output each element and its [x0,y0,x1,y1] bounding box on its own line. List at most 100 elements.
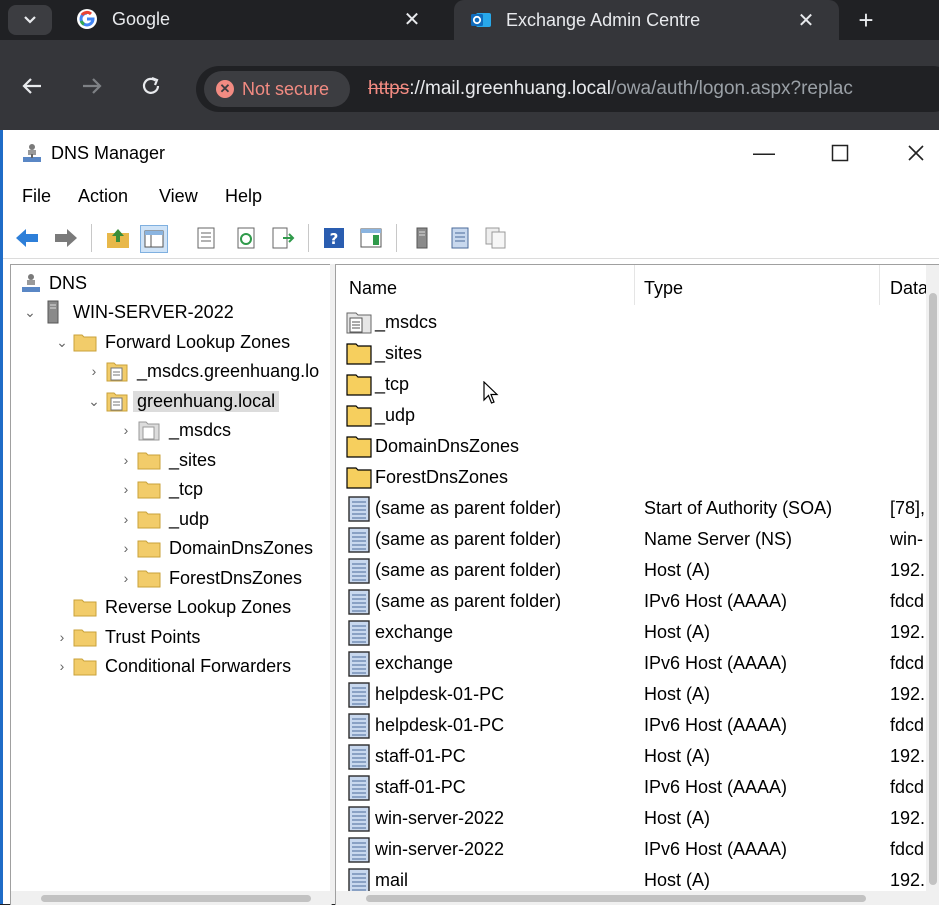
close-icon[interactable]: ✕ [397,7,427,32]
table-row[interactable]: helpdesk-01-PC Host (A) 192.1 [336,679,939,710]
tree-item-dns[interactable]: DNS [19,269,87,297]
tree-horizontal-scrollbar[interactable] [11,891,331,905]
chevron-right-icon[interactable]: › [115,452,137,468]
copy-records-icon[interactable] [483,225,509,251]
back-button[interactable] [16,70,48,102]
menu-help[interactable]: Help [225,186,262,207]
properties-icon[interactable] [193,225,219,251]
close-button[interactable] [893,138,939,168]
tab-exchange-admin-centre[interactable]: Exchange Admin Centre ✕ [454,0,839,40]
table-row[interactable]: (same as parent folder) Name Server (NS) w… [336,524,939,555]
browser-tab-strip: Google ✕ Exchange Admin Centre ✕ + [0,0,939,40]
reload-button[interactable] [135,70,167,102]
help-icon[interactable]: ? [321,225,347,251]
tree-item-greenhuang-local[interactable]: ⌄ greenhuang.local [83,387,280,415]
menu-view[interactable]: View [159,186,198,207]
tree-item-domaindnszones[interactable]: › DomainDnsZones [115,534,313,562]
table-row[interactable]: staff-01-PC Host (A) 192.1 [336,741,939,772]
table-row[interactable]: _udp [336,400,939,431]
tree-item-conditional-forwarders[interactable]: › Conditional Forwarders [51,652,291,680]
tree-item-forward-lookup-zones[interactable]: ⌄ Forward Lookup Zones [51,328,290,356]
browser-toolbar: ✕ Not secure https://mail.greenhuang.loc… [0,40,939,130]
table-row[interactable]: exchange Host (A) 192.1 [336,617,939,648]
new-tab-button[interactable]: + [850,4,882,36]
table-row[interactable]: DomainDnsZones [336,431,939,462]
table-row[interactable]: (same as parent folder) IPv6 Host (AAAA) f… [336,586,939,617]
tree-item-forestdnszones[interactable]: › ForestDnsZones [115,564,302,592]
security-chip[interactable]: ✕ Not secure [204,71,350,107]
up-folder-icon[interactable] [105,225,131,251]
address-bar[interactable]: ✕ Not secure https://mail.greenhuang.loc… [196,66,939,112]
table-row[interactable]: win-server-2022 IPv6 Host (AAAA) fdcd [336,834,939,865]
folder-icon [346,465,372,491]
url-text[interactable]: https://mail.greenhuang.local/owa/auth/l… [368,78,853,100]
chevron-right-icon[interactable]: › [51,658,73,674]
chevron-right-icon[interactable]: › [115,481,137,497]
cell-name: win-server-2022 [375,839,505,859]
forward-arrow-icon[interactable] [53,225,79,251]
tree-item-sites[interactable]: › _sites [115,446,216,474]
tree-item-msdcs-zone[interactable]: › _msdcs.greenhuang.lo [83,357,319,385]
maximize-button[interactable] [817,138,863,168]
tree-item-win-server-2022[interactable]: ⌄ WIN-SERVER-2022 [19,298,234,326]
scrollbar-thumb[interactable] [366,895,866,902]
chevron-right-icon[interactable]: › [115,540,137,556]
action-pane-icon[interactable] [358,225,384,251]
chevron-right-icon[interactable]: › [51,629,73,645]
column-header-data[interactable]: Data [890,278,926,299]
dns-record-icon [346,744,372,770]
menu-file[interactable]: File [22,186,51,207]
table-row[interactable]: (same as parent folder) Start of Authorit… [336,493,939,524]
export-list-icon[interactable] [270,225,296,251]
arrow-left-icon [22,78,41,94]
table-row[interactable]: _msdcs [336,307,939,338]
list-vertical-scrollbar[interactable] [926,265,939,905]
column-header-type[interactable]: Type [644,278,683,299]
chevron-down-icon [24,16,36,24]
chevron-down-icon[interactable]: ⌄ [83,393,105,410]
tab-search-button[interactable] [8,5,52,35]
close-icon[interactable]: ✕ [791,8,821,33]
table-row[interactable]: exchange IPv6 Host (AAAA) fdcd [336,648,939,679]
column-header-name[interactable]: Name [349,278,397,299]
refresh-icon[interactable] [233,225,259,251]
chevron-down-icon[interactable]: ⌄ [19,304,41,321]
tree-item-udp[interactable]: › _udp [115,505,209,533]
forward-button[interactable] [76,70,108,102]
table-row[interactable]: _tcp [336,369,939,400]
column-divider[interactable] [879,265,880,305]
tab-google[interactable]: Google ✕ [60,0,445,38]
tree-item-tcp[interactable]: › _tcp [115,475,203,503]
back-arrow-icon[interactable] [14,225,40,251]
table-row[interactable]: helpdesk-01-PC IPv6 Host (AAAA) fdcd [336,710,939,741]
scrollbar-thumb[interactable] [41,895,311,902]
tree-item-trust-points[interactable]: › Trust Points [51,623,200,651]
folder-icon [73,330,97,354]
chevron-right-icon[interactable]: › [83,363,105,379]
show-hide-tree-icon[interactable] [140,225,168,253]
tree-item-msdcs[interactable]: › _msdcs [115,416,231,444]
chevron-right-icon[interactable]: › [115,422,137,438]
tree-item-reverse-lookup-zones[interactable]: Reverse Lookup Zones [51,593,291,621]
cell-name: (same as parent folder) [375,498,562,518]
record-list-icon[interactable] [447,225,473,251]
column-divider[interactable] [634,265,635,305]
chevron-down-icon[interactable]: ⌄ [51,334,73,351]
server-icon[interactable] [409,225,435,251]
scrollbar-thumb[interactable] [929,293,937,885]
table-row[interactable]: _sites [336,338,939,369]
chevron-right-icon[interactable]: › [115,570,137,586]
plus-icon: + [858,4,874,35]
folder-icon [137,536,161,560]
chevron-right-icon[interactable]: › [115,511,137,527]
table-row[interactable]: staff-01-PC IPv6 Host (AAAA) fdcd [336,772,939,803]
url-path: /owa/auth/logon.aspx?replac [610,78,853,99]
table-row[interactable]: ForestDnsZones [336,462,939,493]
menu-action[interactable]: Action [78,186,128,207]
zone-icon [105,359,129,383]
minimize-button[interactable]: — [741,138,787,168]
table-row[interactable]: win-server-2022 Host (A) 192.1 [336,803,939,834]
window-title: DNS Manager [51,143,166,163]
list-horizontal-scrollbar[interactable] [336,891,926,905]
table-row[interactable]: (same as parent folder) Host (A) 192.1 [336,555,939,586]
